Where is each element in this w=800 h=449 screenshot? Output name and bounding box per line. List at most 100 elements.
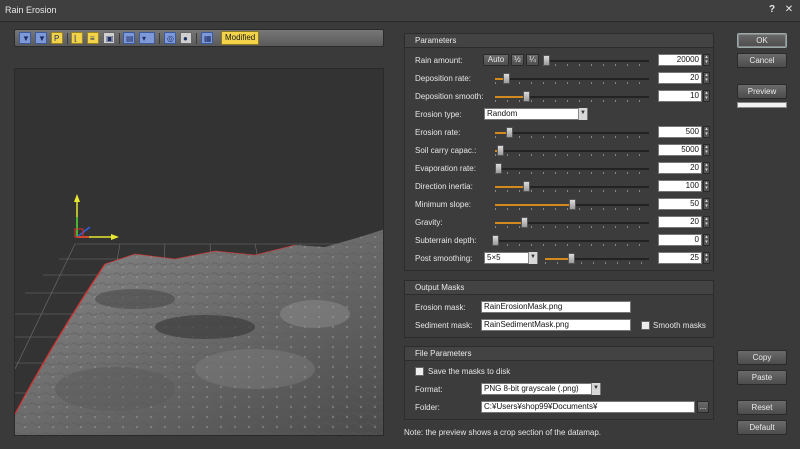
modified-badge: Modified <box>221 31 260 45</box>
direction-inertia-spinner[interactable]: ▴ ▾ <box>703 180 710 192</box>
post-smoothing-label: Post smoothing: <box>415 254 473 263</box>
erosion-rate-spinner[interactable]: ▴ ▾ <box>703 126 710 138</box>
rain-amount-slider[interactable] <box>543 55 649 66</box>
erosion-rate-value[interactable]: 500 <box>658 126 702 138</box>
filter-p-icon[interactable]: P <box>51 32 63 44</box>
post-smoothing-spinner[interactable]: ▴ ▾ <box>703 252 710 264</box>
sediment-mask-row: Sediment mask: RainSedimentMask.png Smoo… <box>415 319 709 333</box>
folder-row: Folder: C:¥Users¥shop99¥Documents¥ ... <box>415 401 709 415</box>
gravity-label: Gravity: <box>415 218 443 227</box>
post-smoothing-select[interactable]: 5×5 ▼ <box>484 252 538 264</box>
palette-icon[interactable]: ▾ <box>139 32 155 44</box>
deposition-smooth-slider[interactable] <box>495 91 649 102</box>
gravity-value[interactable]: 20 <box>658 216 702 228</box>
help-button[interactable]: ? <box>766 4 778 16</box>
smooth-masks-label: Smooth masks <box>653 321 706 330</box>
terrain-preview-viewport[interactable] <box>14 68 384 436</box>
minimum-slope-row: Minimum slope: 50 ▴ ▾ <box>415 198 710 212</box>
chart-icon[interactable]: ⌊ <box>71 32 83 44</box>
render-icon[interactable]: ▦ <box>201 32 213 44</box>
rain-amount-spinner[interactable]: ▴ ▾ <box>703 54 710 66</box>
erosion-mask-row: Erosion mask: RainErosionMask.png <box>415 301 709 315</box>
gravity-spinner[interactable]: ▴ ▾ <box>703 216 710 228</box>
evaporation-rate-value[interactable]: 20 <box>658 162 702 174</box>
erosion-rate-row: Erosion rate: 500 ▴ ▾ <box>415 126 710 140</box>
toolbar-separator <box>196 33 197 44</box>
evaporation-rate-slider[interactable] <box>495 163 649 174</box>
subterrain-depth-slider[interactable] <box>492 235 649 246</box>
title-bar: Rain Erosion ? ✕ <box>0 0 800 22</box>
chevron-down-icon: ▼ <box>591 383 600 395</box>
gravity-row: Gravity: 20 ▴ ▾ <box>415 216 710 230</box>
evaporation-rate-row: Evaporation rate: 20 ▴ ▾ <box>415 162 710 176</box>
rain-half-button[interactable]: ½ <box>511 54 524 66</box>
erosion-type-select[interactable]: Random ▼ <box>484 108 588 120</box>
sediment-mask-field[interactable]: RainSedimentMask.png <box>481 319 631 331</box>
subterrain-depth-row: Subterrain depth: 0 ▴ ▾ <box>415 234 710 248</box>
direction-inertia-value[interactable]: 100 <box>658 180 702 192</box>
minimum-slope-value[interactable]: 50 <box>658 198 702 210</box>
rain-amount-value[interactable]: 20000 <box>658 54 702 66</box>
soil-carry-slider[interactable] <box>495 145 649 156</box>
evaporation-rate-spinner[interactable]: ▴ ▾ <box>703 162 710 174</box>
post-smoothing-slider[interactable] <box>545 253 649 264</box>
smooth-masks-checkbox[interactable] <box>641 321 650 330</box>
deposition-smooth-value[interactable]: 10 <box>658 90 702 102</box>
folder-label: Folder: <box>415 403 440 412</box>
folder-field[interactable]: C:¥Users¥shop99¥Documents¥ <box>481 401 695 413</box>
subterrain-depth-label: Subterrain depth: <box>415 236 477 245</box>
format-value: PNG 8-bit grayscale (.png) <box>484 384 579 393</box>
preview-button[interactable]: Preview <box>737 84 787 99</box>
terrain-preview-image <box>15 194 383 435</box>
soil-carry-value[interactable]: 5000 <box>658 144 702 156</box>
browse-folder-button[interactable]: ... <box>697 401 709 413</box>
direction-inertia-slider[interactable] <box>495 181 649 192</box>
ok-button[interactable]: OK <box>737 33 787 48</box>
list-icon[interactable]: ≡ <box>87 32 99 44</box>
default-button[interactable]: Default <box>737 420 787 435</box>
minimum-slope-label: Minimum slope: <box>415 200 472 209</box>
direction-inertia-row: Direction inertia: 100 ▴ ▾ <box>415 180 710 194</box>
format-select[interactable]: PNG 8-bit grayscale (.png) ▼ <box>481 383 601 395</box>
toolbar-separator <box>67 33 68 44</box>
deposition-rate-label: Deposition rate: <box>415 74 472 83</box>
subterrain-depth-spinner[interactable]: ▴ ▾ <box>703 234 710 246</box>
map-icon[interactable]: ▤ <box>123 32 135 44</box>
paste-button[interactable]: Paste <box>737 370 787 385</box>
erosion-mask-label: Erosion mask: <box>415 303 466 312</box>
image-icon[interactable]: ▣ <box>103 32 115 44</box>
deposition-rate-slider[interactable] <box>495 73 649 84</box>
filter-y-icon[interactable]: ▼ <box>35 32 47 44</box>
minimum-slope-spinner[interactable]: ▴ ▾ <box>703 198 710 210</box>
soil-carry-label: Soil carry capac.: <box>415 146 477 155</box>
gravity-slider[interactable] <box>495 217 649 228</box>
deposition-rate-spinner[interactable]: ▴ ▾ <box>703 72 710 84</box>
close-button[interactable]: ✕ <box>783 4 795 16</box>
rain-quarter-button[interactable]: ¼ <box>526 54 539 66</box>
post-smoothing-row: Post smoothing: 5×5 ▼ 25 ▴ ▾ <box>415 252 710 266</box>
chevron-down-icon: ▼ <box>578 108 587 120</box>
output-masks-panel: Output Masks Erosion mask: RainErosionMa… <box>404 280 714 338</box>
parameters-panel: Parameters Rain amount: Auto ½ ¼ 20000 ▴… <box>404 33 714 271</box>
deposition-rate-value[interactable]: 20 <box>658 72 702 84</box>
copy-button[interactable]: Copy <box>737 350 787 365</box>
filter-x-icon[interactable]: ▼ <box>19 32 31 44</box>
save-masks-label: Save the masks to disk <box>428 367 511 376</box>
axis-gizmo <box>74 194 119 240</box>
subterrain-depth-value[interactable]: 0 <box>658 234 702 246</box>
rain-auto-button[interactable]: Auto <box>483 54 509 66</box>
post-smoothing-value[interactable]: 25 <box>658 252 702 264</box>
direction-inertia-label: Direction inertia: <box>415 182 473 191</box>
globe-icon[interactable]: ◎ <box>164 32 176 44</box>
minimum-slope-slider[interactable] <box>495 199 649 210</box>
output-masks-header: Output Masks <box>405 281 713 295</box>
erosion-rate-slider[interactable] <box>495 127 649 138</box>
deposition-smooth-spinner[interactable]: ▴ ▾ <box>703 90 710 102</box>
reset-button[interactable]: Reset <box>737 400 787 415</box>
soil-carry-spinner[interactable]: ▴ ▾ <box>703 144 710 156</box>
save-masks-checkbox[interactable] <box>415 367 424 376</box>
light-icon[interactable]: ● <box>180 32 192 44</box>
post-smoothing-kernel: 5×5 <box>487 253 501 262</box>
erosion-mask-field[interactable]: RainErosionMask.png <box>481 301 631 313</box>
cancel-button[interactable]: Cancel <box>737 53 787 68</box>
